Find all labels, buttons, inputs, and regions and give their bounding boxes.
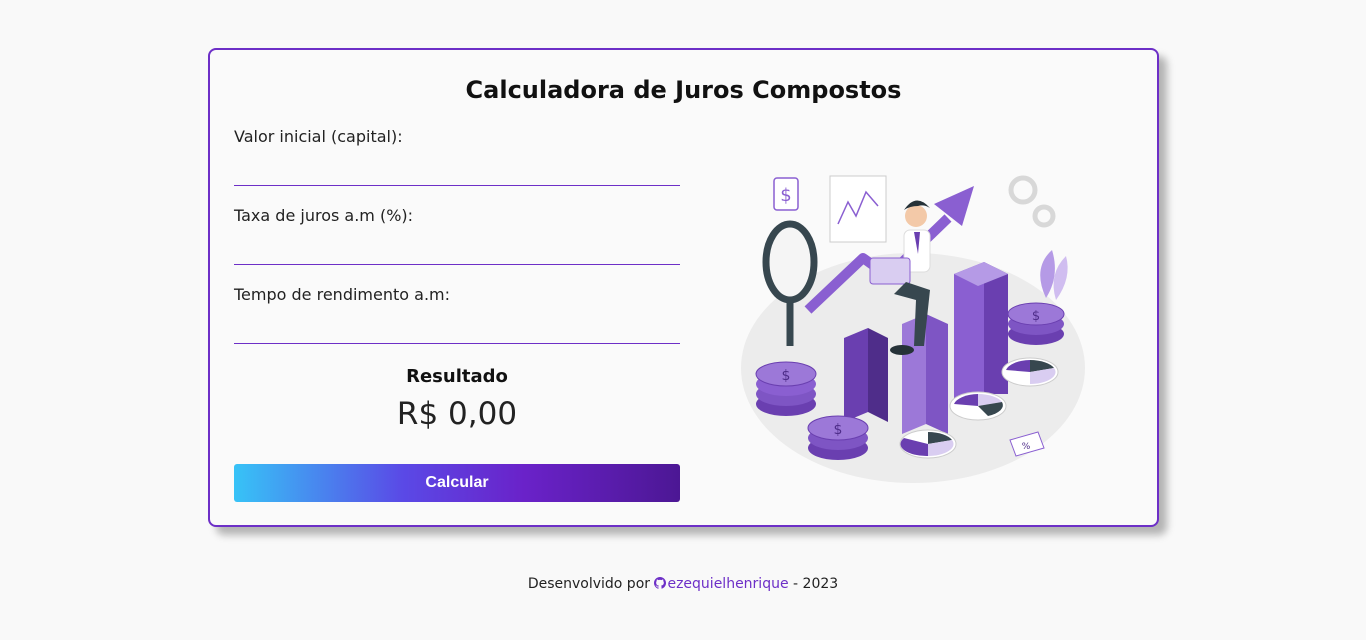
- svg-text:$: $: [782, 368, 791, 384]
- calculator-card: Calculadora de Juros Compostos Valor ini…: [208, 48, 1159, 527]
- github-profile-link[interactable]: ezequielhenrique: [654, 576, 789, 592]
- svg-text:$: $: [834, 422, 843, 438]
- svg-text:$: $: [780, 185, 791, 206]
- interest-rate-field: Taxa de juros a.m (%):: [234, 206, 680, 265]
- period-field: Tempo de rendimento a.m:: [234, 285, 680, 344]
- finance-growth-illustration: $ $ $ $ %: [741, 175, 1085, 483]
- page-title: Calculadora de Juros Compostos: [465, 76, 902, 104]
- svg-text:%: %: [1022, 442, 1031, 452]
- period-input[interactable]: [234, 314, 680, 344]
- calculate-button[interactable]: Calcular: [234, 464, 680, 502]
- period-label: Tempo de rendimento a.m:: [234, 285, 450, 304]
- result-value: R$ 0,00: [396, 396, 518, 432]
- result-title: Resultado: [406, 366, 508, 387]
- github-username: ezequielhenrique: [667, 576, 789, 592]
- svg-text:$: $: [1032, 309, 1040, 324]
- footer-suffix: - 2023: [793, 576, 839, 592]
- footer-prefix: Desenvolvido por: [527, 576, 651, 592]
- interest-rate-input[interactable]: [234, 235, 680, 265]
- capital-field: Valor inicial (capital):: [234, 127, 680, 186]
- github-icon: [654, 577, 667, 589]
- capital-label: Valor inicial (capital):: [234, 127, 403, 146]
- footer: Desenvolvido por ezequielhenrique - 2023: [0, 576, 1366, 592]
- interest-rate-label: Taxa de juros a.m (%):: [234, 206, 414, 225]
- capital-input[interactable]: [234, 156, 680, 186]
